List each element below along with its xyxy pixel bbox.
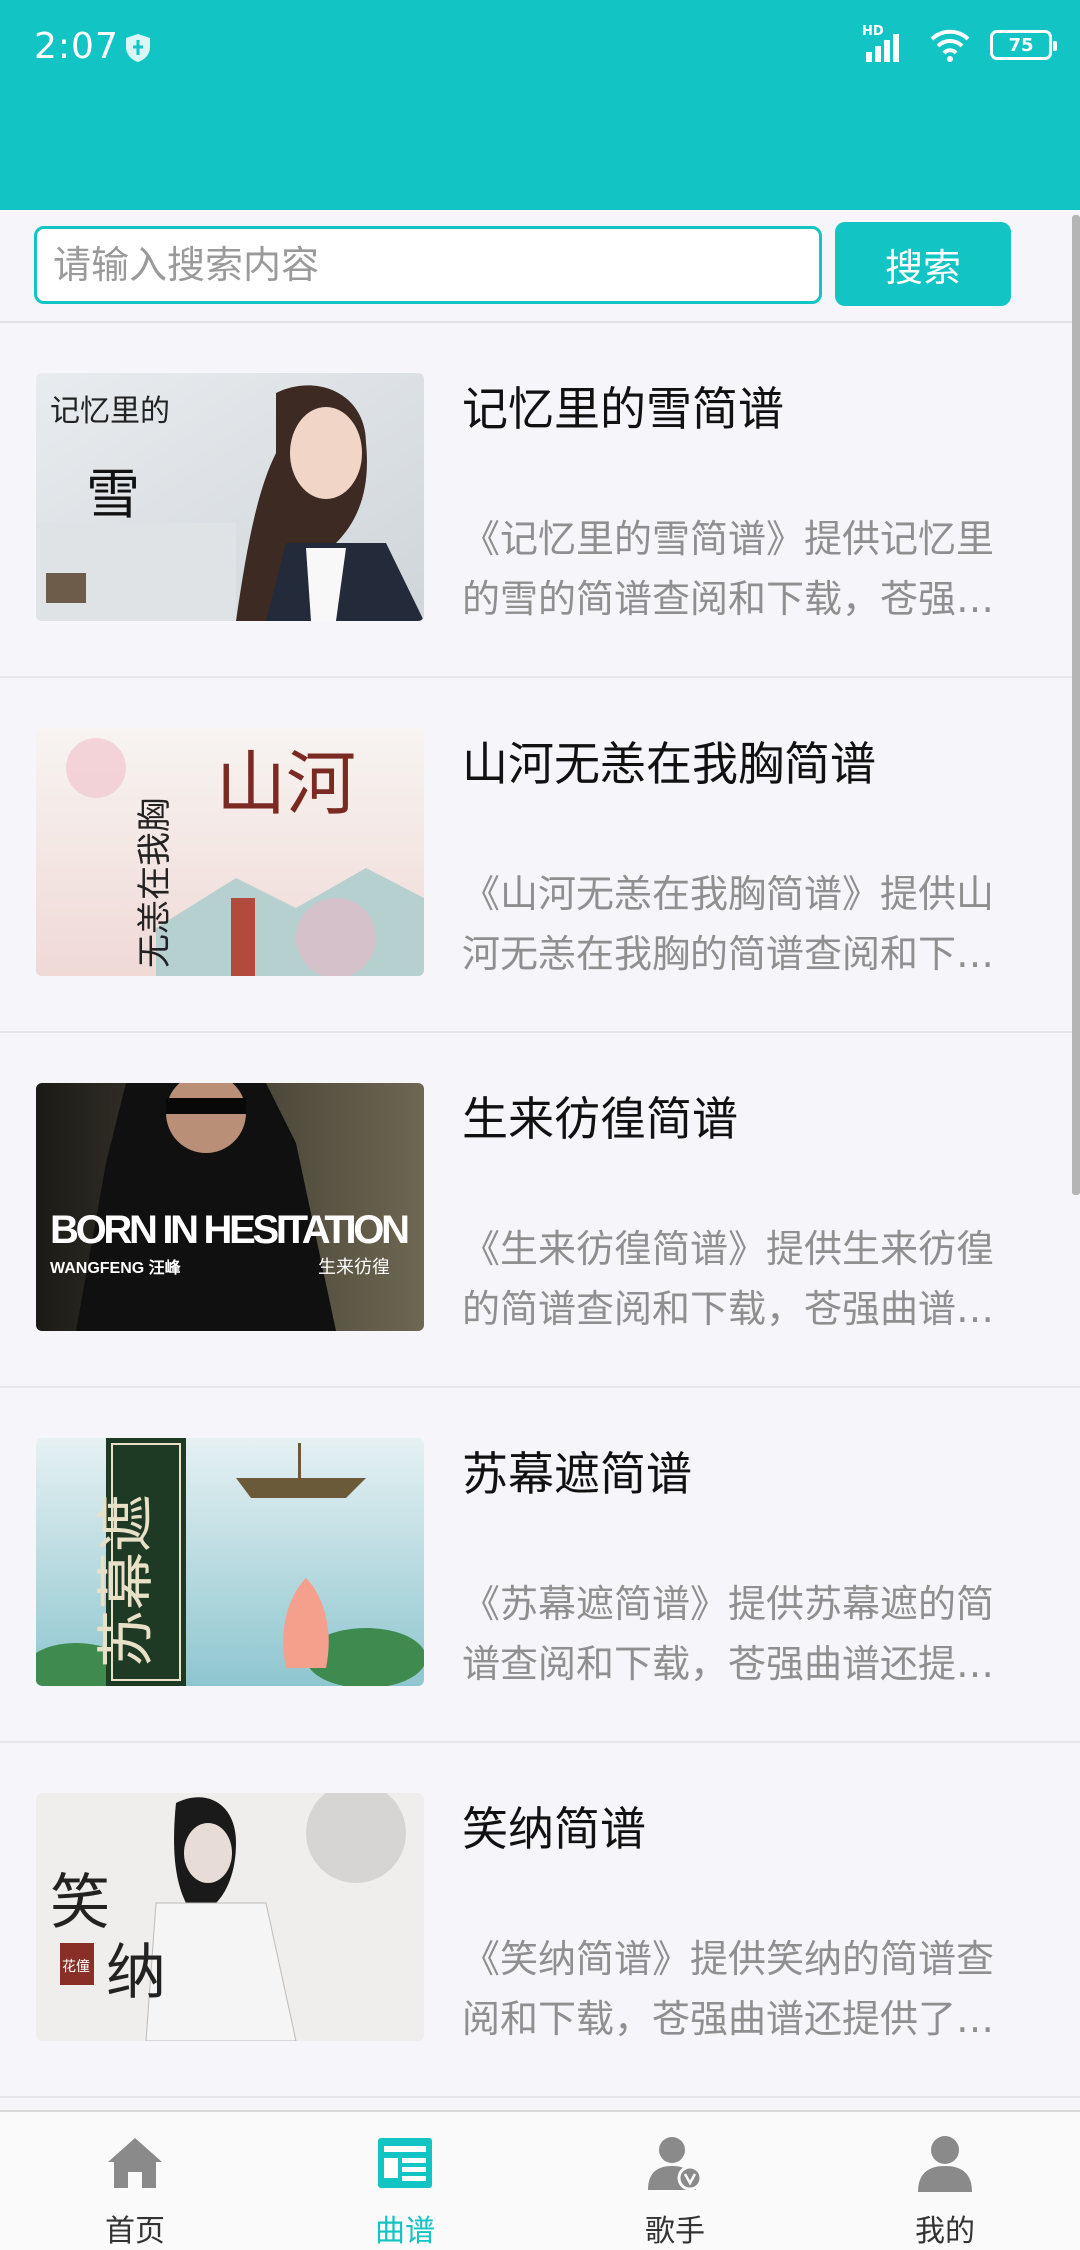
- tab-home[interactable]: 首页: [0, 2112, 270, 2250]
- battery-icon: 75: [990, 30, 1057, 60]
- item-title: 山河无恙在我胸简谱: [462, 737, 876, 791]
- profile-icon: [918, 2136, 972, 2192]
- item-description: 《笑纳简谱》提供笑纳的简谱查 阅和下载，苍强曲谱还提供了…: [462, 1937, 995, 2041]
- list-item[interactable]: 山河 无恙在我胸 山河无恙在我胸简谱 《山河无恙在我胸简谱》提供山 河无恙在我胸…: [0, 678, 1080, 1033]
- thumb-text: BORN IN HESITATION: [50, 1208, 410, 1252]
- list-item[interactable]: 笑 纳 花僮 笑纳简谱 《笑纳简谱》提供笑纳的简谱查 阅和下载，苍强曲谱还提供了…: [0, 1743, 1080, 2098]
- thumb-text: 笑: [50, 1870, 110, 1936]
- tab-singer[interactable]: 歌手: [540, 2112, 810, 2250]
- thumb-text: 山河: [216, 747, 356, 824]
- list-item[interactable]: BORN IN HESITATION WANGFENG 汪峰 生来彷徨 生来彷徨…: [0, 1033, 1080, 1388]
- song-thumbnail: 苏幕遮: [36, 1438, 424, 1686]
- thumb-text: 雪: [86, 465, 140, 525]
- item-description: 《山河无恙在我胸简谱》提供山 河无恙在我胸的简谱查阅和下…: [462, 872, 995, 976]
- score-list: 记忆里的 雪 记忆里的雪简谱 《记忆里的雪简谱》提供记忆里 的雪的简谱查阅和下载…: [0, 323, 1080, 2098]
- song-thumbnail: 山河 无恙在我胸: [36, 728, 424, 976]
- thumb-text: 苏幕遮: [94, 1494, 159, 1668]
- bottom-tab-bar: 首页 曲谱 歌手 我的: [0, 2110, 1080, 2250]
- thumb-text: 无恙在我胸: [136, 798, 174, 968]
- thumb-text: 生来彷徨: [318, 1257, 390, 1278]
- list-item[interactable]: 记忆里的 雪 记忆里的雪简谱 《记忆里的雪简谱》提供记忆里 的雪的简谱查阅和下载…: [0, 323, 1080, 678]
- song-thumbnail: 笑 纳 花僮: [36, 1793, 424, 2041]
- singer-icon: [648, 2137, 703, 2191]
- item-description: 《记忆里的雪简谱》提供记忆里 的雪的简谱查阅和下载，苍强…: [462, 517, 995, 621]
- status-time: 2:07: [34, 26, 119, 67]
- tab-score[interactable]: 曲谱: [270, 2112, 540, 2250]
- home-icon: [108, 2138, 162, 2188]
- tab-profile[interactable]: 我的: [810, 2112, 1080, 2250]
- scrollbar[interactable]: [1072, 215, 1080, 1195]
- search-input[interactable]: [34, 226, 822, 304]
- item-title: 苏幕遮简谱: [462, 1447, 692, 1501]
- thumb-text: 记忆里的: [50, 395, 170, 428]
- item-title: 生来彷徨简谱: [462, 1092, 738, 1146]
- thumb-text: WANGFENG 汪峰: [50, 1258, 182, 1277]
- wifi-icon: [930, 29, 970, 62]
- item-description: 《苏幕遮简谱》提供苏幕遮的简 谱查阅和下载，苍强曲谱还提…: [462, 1582, 995, 1686]
- list-item[interactable]: 苏幕遮 苏幕遮简谱 《苏幕遮简谱》提供苏幕遮的简 谱查阅和下载，苍强曲谱还提…: [0, 1388, 1080, 1743]
- status-bar: 2:07 HD 75: [0, 0, 1080, 210]
- search-button[interactable]: 搜索: [835, 222, 1011, 306]
- thumb-text: 纳: [106, 1940, 166, 2006]
- shield-icon: [126, 34, 150, 62]
- thumb-text: 花僮: [62, 1958, 90, 1975]
- score-icon: [378, 2138, 432, 2188]
- search-bar: 搜索: [0, 210, 1080, 322]
- song-thumbnail: BORN IN HESITATION WANGFENG 汪峰 生来彷徨: [36, 1083, 424, 1331]
- item-title: 记忆里的雪简谱: [462, 382, 784, 436]
- item-title: 笑纳简谱: [462, 1802, 646, 1856]
- song-thumbnail: 记忆里的 雪: [36, 373, 424, 621]
- item-description: 《生来彷徨简谱》提供生来彷徨 的简谱查阅和下载，苍强曲谱…: [462, 1227, 995, 1331]
- cell-signal-icon: HD: [862, 24, 910, 66]
